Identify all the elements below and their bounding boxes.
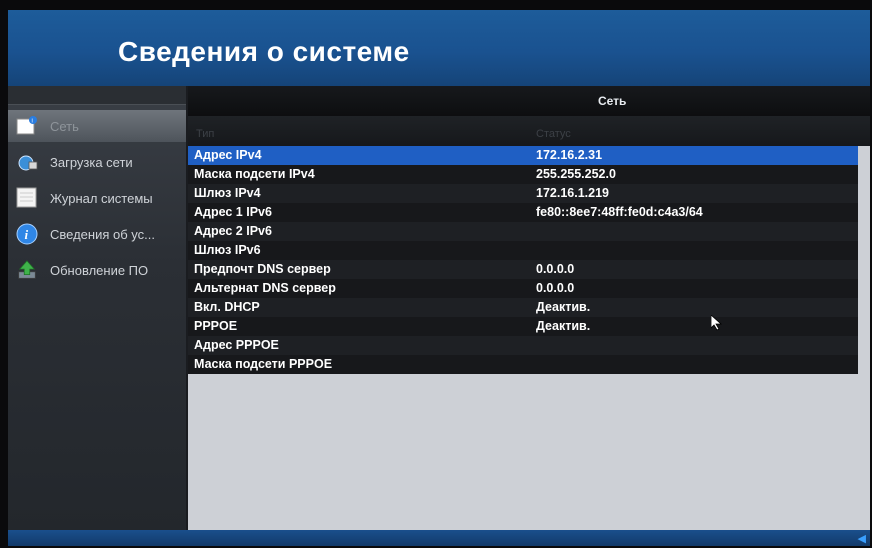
row-key: Маска подсети PPPOE <box>194 357 333 371</box>
sidebar-item-network-load[interactable]: Загрузка сети <box>8 146 186 178</box>
table-row[interactable]: Адрес PPPOE <box>188 336 858 355</box>
table-row[interactable]: Маска подсети PPPOE <box>188 355 858 374</box>
row-value: Деактив. <box>536 300 591 314</box>
sidebar-item-system-log[interactable]: Журнал системы <box>8 182 186 214</box>
sidebar-item-label: Сеть <box>50 118 79 134</box>
table-header: Тип Статус <box>188 116 870 146</box>
network-load-icon <box>16 151 38 173</box>
row-key: Вкл. DHCP <box>194 300 260 314</box>
sidebar-item-label: Обновление ПО <box>50 262 149 278</box>
table-row[interactable]: Шлюз IPv6 <box>188 241 858 260</box>
table-row[interactable]: Шлюз IPv4 172.16.1.219 <box>188 184 858 203</box>
row-key: Адрес 2 IPv6 <box>194 224 272 238</box>
row-key: Предпочт DNS сервер <box>194 262 331 276</box>
screen: Сведения о системе i Сеть Загрузка сети <box>8 10 870 546</box>
svg-text:i: i <box>32 119 33 125</box>
table-row[interactable]: Предпочт DNS сервер 0.0.0.0 <box>188 260 858 279</box>
sidebar-item-firmware-update[interactable]: Обновление ПО <box>8 254 186 286</box>
svg-text:i: i <box>25 227 29 242</box>
page-title: Сведения о системе <box>118 36 410 67</box>
upgrade-icon <box>16 259 38 281</box>
sidebar: i Сеть Загрузка сети Журнал системы i Св… <box>8 86 186 530</box>
sidebar-item-label: Сведения об ус... <box>50 226 155 242</box>
tab-network[interactable]: Сеть <box>598 94 626 108</box>
row-value: 0.0.0.0 <box>536 262 575 276</box>
row-value: fe80::8ee7:48ff:fe0d:c4a3/64 <box>536 205 703 219</box>
bottom-status-bar: ◀ <box>8 530 870 546</box>
header-bar: Сведения о системе <box>8 10 870 86</box>
tab-bar: Сеть <box>188 86 870 116</box>
row-key: Шлюз IPv4 <box>194 186 261 200</box>
table-row[interactable]: Адрес 2 IPv6 <box>188 222 858 241</box>
sidebar-item-label: Журнал системы <box>50 190 153 206</box>
log-icon <box>16 187 38 209</box>
table-row[interactable]: Альтернат DNS сервер 0.0.0.0 <box>188 279 858 298</box>
sidebar-item-network[interactable]: i Сеть <box>8 110 186 142</box>
back-arrow-icon[interactable]: ◀ <box>858 532 866 545</box>
row-key: Маска подсети IPv4 <box>194 167 315 181</box>
table-row[interactable]: PPPOE Деактив. <box>188 317 858 336</box>
row-value: 255.255.252.0 <box>536 167 616 181</box>
sidebar-item-device-info[interactable]: i Сведения об ус... <box>8 218 186 250</box>
table-row[interactable]: Маска подсети IPv4 255.255.252.0 <box>188 165 858 184</box>
sidebar-item-label: Загрузка сети <box>50 154 133 170</box>
table-row[interactable]: Вкл. DHCP Деактив. <box>188 298 858 317</box>
row-value: Деактив. <box>536 319 591 333</box>
column-header-type: Тип <box>196 128 215 140</box>
row-key: Адрес IPv4 <box>194 148 262 162</box>
row-key: Шлюз IPv6 <box>194 243 261 257</box>
device-info-icon: i <box>16 115 38 137</box>
network-info-table: Адрес IPv4 172.16.2.31 Маска подсети IPv… <box>188 146 858 374</box>
row-key: Адрес 1 IPv6 <box>194 205 272 219</box>
table-row[interactable]: Адрес 1 IPv6 fe80::8ee7:48ff:fe0d:c4a3/6… <box>188 203 858 222</box>
sidebar-header <box>8 86 186 105</box>
mouse-cursor-icon <box>710 314 723 336</box>
row-key: Адрес PPPOE <box>194 338 279 352</box>
main-panel: Сеть Тип Статус Адрес IPv4 172.16.2.31 М… <box>186 86 870 530</box>
row-key: PPPOE <box>194 319 238 333</box>
info-icon: i <box>16 223 38 245</box>
row-value: 172.16.2.31 <box>536 148 603 162</box>
row-value: 172.16.1.219 <box>536 186 609 200</box>
row-value: 0.0.0.0 <box>536 281 575 295</box>
table-row[interactable]: Адрес IPv4 172.16.2.31 <box>188 146 858 165</box>
row-key: Альтернат DNS сервер <box>194 281 336 295</box>
column-header-status: Статус <box>536 128 571 140</box>
